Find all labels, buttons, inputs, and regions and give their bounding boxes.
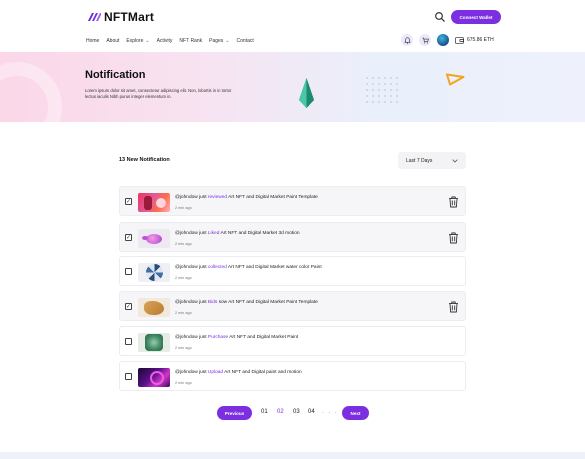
notification-checkbox[interactable]: ✓ <box>125 303 132 310</box>
logo-mark-icon <box>88 13 101 21</box>
trash-icon[interactable] <box>448 301 459 313</box>
footer-band <box>0 452 585 459</box>
notification-time: 2 min ago <box>175 276 192 280</box>
notifications-button[interactable] <box>401 34 413 46</box>
nav-link-about[interactable]: About <box>106 38 119 44</box>
notification-time: 2 min ago <box>175 242 192 246</box>
notification-row[interactable]: ✓ @johndow just Liked Art NFT and Digita… <box>119 222 466 252</box>
avatar[interactable] <box>437 34 449 46</box>
notification-checkbox[interactable] <box>125 338 132 345</box>
nav-link-label: Activity <box>156 38 173 44</box>
nav-link-contact[interactable]: Contact <box>237 38 254 44</box>
triangle-decor-icon <box>446 73 465 86</box>
notification-action: reviewed <box>207 195 228 200</box>
page-title: Notification <box>85 69 146 81</box>
trash-icon[interactable] <box>448 232 459 244</box>
date-filter-select[interactable]: Last 7 Days <box>398 152 466 169</box>
chevron-down-icon <box>452 158 458 163</box>
trash-icon[interactable] <box>448 196 459 208</box>
nft-thumbnail <box>138 333 170 352</box>
bell-icon <box>403 36 411 44</box>
chevron-down-icon: ⌄ <box>145 38 150 44</box>
notification-count-title: 13 New Notification <box>119 157 170 163</box>
main-nav: Home About Explore ⌄ Activity NFT Rank Pa… <box>0 34 585 51</box>
notification-text: @johndow just collected Art NFT and Digi… <box>175 265 322 270</box>
top-header: NFTMart Connect Wallet <box>0 0 585 34</box>
nav-link-label: Explore <box>126 38 144 44</box>
check-icon: ✓ <box>125 198 132 205</box>
cart-icon <box>422 37 429 43</box>
notification-action: Liked <box>207 231 220 236</box>
notification-checkbox[interactable]: ✓ <box>125 198 132 205</box>
dots-decor <box>364 75 398 103</box>
notification-row[interactable]: @johndow just Purchase Art NFT and Digit… <box>119 326 466 356</box>
nav-link-nft-rank[interactable]: NFT Rank <box>179 38 202 44</box>
page-link-02[interactable]: 02 <box>277 409 284 415</box>
notification-text: @johndow just Upload Art NFT and Digital… <box>175 370 302 375</box>
brand-name: NFTMart <box>104 10 155 24</box>
nft-thumbnail <box>138 368 170 387</box>
connect-wallet-button[interactable]: Connect Wallet <box>451 10 501 24</box>
notification-row[interactable]: @johndow just Upload Art NFT and Digital… <box>119 361 466 391</box>
nft-thumbnail <box>138 263 170 282</box>
wallet-balance-text: 675.86 ETH <box>467 37 494 43</box>
check-icon: ✓ <box>125 234 132 241</box>
nav-links: Home About Explore ⌄ Activity NFT Rank Pa… <box>86 38 254 44</box>
nav-link-label: NFT Rank <box>179 38 203 44</box>
crystal-decor-icon <box>299 78 314 108</box>
nav-actions: 675.86 ETH <box>401 34 494 46</box>
notification-text: @johndow just Bids sow Art NFT and Digit… <box>175 300 318 305</box>
chevron-down-icon: ⌄ <box>225 38 230 44</box>
notification-text: @johndow just Purchase Art NFT and Digit… <box>175 335 299 340</box>
page-banner: Notification Lorem ipsum dolor sit amet,… <box>0 52 585 122</box>
notification-time: 2 min ago <box>175 381 192 385</box>
decor-ring <box>0 62 62 122</box>
page-link-03[interactable]: 03 <box>293 409 300 415</box>
pagination-ellipsis: . . . <box>322 409 338 415</box>
notification-action: Purchase <box>207 335 229 340</box>
logo[interactable]: NFTMart <box>87 10 154 24</box>
nav-link-label: Pages <box>209 38 224 44</box>
nav-link-activity[interactable]: Activity <box>157 38 173 44</box>
cart-button[interactable] <box>419 34 431 46</box>
nft-thumbnail <box>138 229 170 248</box>
notification-time: 2 min ago <box>175 346 192 350</box>
page-link-04[interactable]: 04 <box>308 409 315 415</box>
nav-link-label: About <box>106 38 120 44</box>
nft-thumbnail <box>138 193 170 212</box>
notification-action: Bids <box>207 300 218 305</box>
notification-checkbox[interactable]: ✓ <box>125 234 132 241</box>
page-link-01[interactable]: 01 <box>261 409 268 415</box>
nav-link-home[interactable]: Home <box>86 38 99 44</box>
notification-row[interactable]: ✓ @johndow just reviewed Art NFT and Dig… <box>119 186 466 216</box>
notification-time: 2 min ago <box>175 311 192 315</box>
nav-link-explore[interactable]: Explore ⌄ <box>126 38 149 44</box>
search-icon[interactable] <box>434 11 446 23</box>
nft-thumbnail <box>138 298 170 317</box>
notification-time: 2 min ago <box>175 206 192 210</box>
notification-row[interactable]: ✓ @johndow just Bids sow Art NFT and Dig… <box>119 291 466 321</box>
nav-link-label: Home <box>86 38 100 44</box>
wallet-icon <box>455 36 464 44</box>
wallet-balance[interactable]: 675.86 ETH <box>455 36 494 44</box>
nav-link-pages[interactable]: Pages ⌄ <box>209 38 229 44</box>
notification-checkbox[interactable] <box>125 373 132 380</box>
notification-text: @johndow just reviewed Art NFT and Digit… <box>175 195 318 200</box>
notification-action: collected <box>207 265 227 270</box>
notification-row[interactable]: @johndow just collected Art NFT and Digi… <box>119 256 466 286</box>
check-icon: ✓ <box>125 303 132 310</box>
page-subtitle: Lorem ipsum dolor sit amet, consectetur … <box>85 88 232 99</box>
notification-checkbox[interactable] <box>125 268 132 275</box>
notification-action: Upload <box>207 370 224 375</box>
nav-link-label: Contact <box>236 38 254 44</box>
date-filter-value: Last 7 Days <box>406 157 433 164</box>
notification-text: @johndow just Liked Art NFT and Digital … <box>175 231 300 236</box>
previous-page-button[interactable]: Previous <box>217 406 252 420</box>
next-page-button[interactable]: Next <box>342 406 369 420</box>
